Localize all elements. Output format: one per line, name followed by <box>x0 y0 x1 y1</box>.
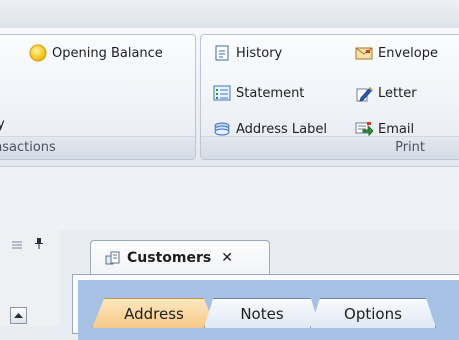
tab-address[interactable]: Address <box>92 298 216 328</box>
dock-menu-icon[interactable] <box>10 238 24 252</box>
ribbon: Opening Balance y nsactions History Enve… <box>0 28 459 167</box>
statement-button[interactable]: Statement <box>213 81 304 105</box>
close-icon[interactable]: ✕ <box>221 250 233 266</box>
tab-address-label: Address <box>124 304 184 323</box>
panel-controls <box>6 236 58 254</box>
chevron-up-icon <box>14 313 23 318</box>
tab-options[interactable]: Options <box>310 298 436 328</box>
envelope-icon <box>355 47 373 60</box>
statement-label: Statement <box>236 85 305 101</box>
tab-notes-label: Notes <box>240 304 284 323</box>
scroll-up-button[interactable] <box>10 307 27 324</box>
statement-icon <box>213 85 231 101</box>
tab-customers-label: Customers <box>127 249 212 266</box>
opening-balance-label: Opening Balance <box>52 45 163 61</box>
coin-icon <box>29 44 47 62</box>
ribbon-group-print: History Envelope Statement Letter Addres… <box>200 34 459 160</box>
pin-icon[interactable] <box>32 236 46 250</box>
toolbar-gap <box>0 167 459 230</box>
envelope-label: Envelope <box>378 45 438 61</box>
address-label-label: Address Label <box>236 121 327 137</box>
tab-options-label: Options <box>344 304 402 323</box>
tab-customers[interactable]: Customers ✕ <box>90 240 270 274</box>
tab-notes[interactable]: Notes <box>204 298 320 328</box>
truncated-button-label: y <box>0 117 5 132</box>
letter-label: Letter <box>378 85 417 101</box>
history-icon <box>215 45 229 61</box>
envelope-button[interactable]: Envelope <box>355 41 438 65</box>
history-button[interactable]: History <box>213 41 282 65</box>
ribbon-group-transactions: Opening Balance y nsactions <box>0 34 196 160</box>
history-label: History <box>236 45 283 61</box>
title-strip <box>0 0 459 28</box>
email-label: Email <box>378 121 415 137</box>
group-caption-print: Print <box>201 136 459 159</box>
customers-icon <box>105 251 120 264</box>
group-caption-transactions: nsactions <box>0 136 195 159</box>
letter-button[interactable]: Letter <box>355 81 417 105</box>
letter-pen-icon <box>356 87 373 102</box>
opening-balance-button[interactable]: Opening Balance <box>29 41 163 65</box>
